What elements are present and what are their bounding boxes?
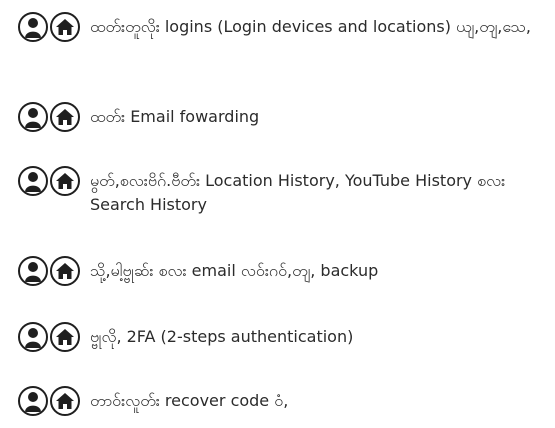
home-icon (50, 386, 80, 416)
person-icon (18, 322, 48, 352)
person-icon (18, 386, 48, 416)
item-text: ထတ်းတူလိုး logins (Login devices and loc… (90, 17, 531, 36)
item-icons (18, 102, 80, 132)
home-icon (50, 256, 80, 286)
home-icon (50, 12, 80, 42)
home-icon (50, 166, 80, 196)
item-text: သို့,မါ့ဗ္ဗုဆ်း စလး email လဝ်းဂဝ်,တျ, ba… (90, 261, 379, 280)
item-icons (18, 166, 80, 196)
item-text: မွတ်,စလးဗိဂ်.ဗီတ်း Location History, You… (90, 171, 506, 214)
item-icons (18, 322, 80, 352)
item-text: ဗ္ဗုလို, 2FA (2-steps authentication) (90, 327, 354, 346)
item-icons (18, 256, 80, 286)
person-icon (18, 256, 48, 286)
item-icons (18, 386, 80, 416)
item-text: ထတ်း Email fowarding (90, 107, 260, 126)
person-icon (18, 102, 48, 132)
security-checklist: ထတ်းတူလိုး logins (Login devices and loc… (0, 0, 555, 428)
home-icon (50, 322, 80, 352)
item-text: တာဝ်းလူတ်း recover code ဝံ, (90, 391, 289, 410)
person-icon (18, 166, 48, 196)
person-icon (18, 12, 48, 42)
item-icons (18, 12, 80, 42)
home-icon (50, 102, 80, 132)
